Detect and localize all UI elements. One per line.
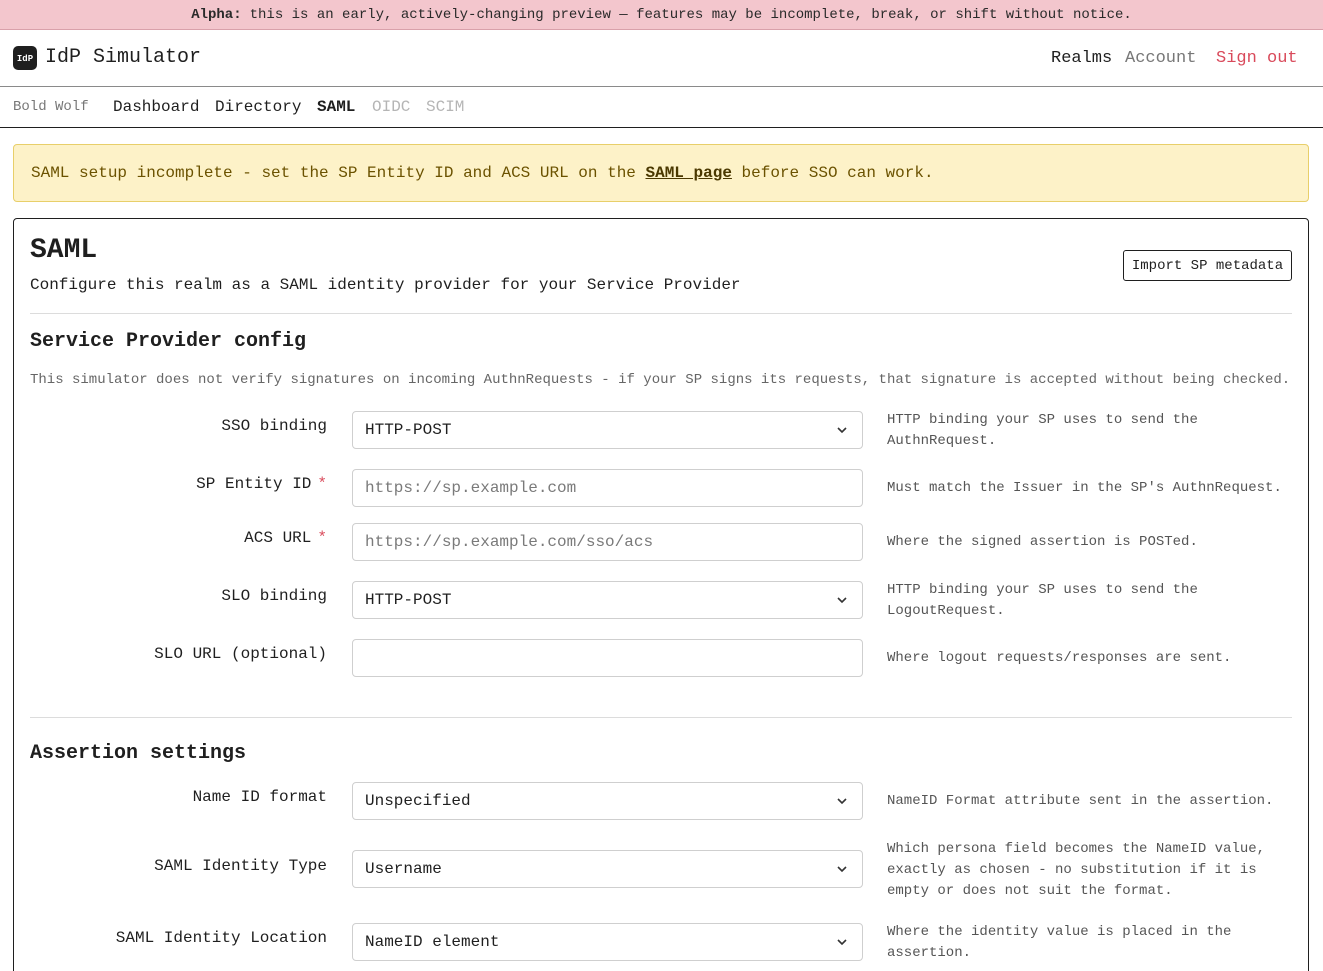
app-logo-icon[interactable]: IdP xyxy=(13,46,37,70)
app-title[interactable]: IdP Simulator xyxy=(45,46,201,69)
sp-entity-id-input[interactable]: https://sp.example.com xyxy=(352,469,863,507)
page-subtitle: Configure this realm as a SAML identity … xyxy=(30,276,741,294)
tab-directory[interactable]: Directory xyxy=(215,98,301,116)
saml-page-link[interactable]: SAML page xyxy=(646,164,732,182)
sp-entity-id-help: Must match the Issuer in the SP's AuthnR… xyxy=(887,480,1282,496)
sso-binding-value: HTTP-POST xyxy=(365,421,452,439)
name-id-format-label: Name ID format xyxy=(192,788,327,806)
identity-location-help: Where the identity value is placed in th… xyxy=(887,924,1232,961)
slo-url-help: Where logout requests/responses are sent… xyxy=(887,650,1232,666)
acs-url-label: ACS URL * xyxy=(244,529,327,547)
nav-account-link[interactable]: Account xyxy=(1125,49,1196,68)
name-id-format-value: Unspecified xyxy=(365,792,471,810)
identity-location-label: SAML Identity Location xyxy=(115,929,327,947)
slo-binding-help: HTTP binding your SP uses to send the Lo… xyxy=(887,582,1198,619)
import-sp-metadata-button[interactable]: Import SP metadata xyxy=(1123,250,1292,281)
sso-binding-help: HTTP binding your SP uses to send the Au… xyxy=(887,412,1198,449)
alpha-banner-text: this is an early, actively-changing prev… xyxy=(249,6,1132,23)
acs-url-placeholder: https://sp.example.com/sso/acs xyxy=(365,533,654,551)
sign-out-link[interactable]: Sign out xyxy=(1216,49,1298,68)
warning-text-after: before SSO can work. xyxy=(731,164,934,182)
tab-scim: SCIM xyxy=(426,98,465,116)
divider xyxy=(30,717,1292,718)
sp-entity-id-placeholder: https://sp.example.com xyxy=(365,479,577,497)
page-title: SAML xyxy=(30,235,98,266)
saml-panel: SAML Configure this realm as a SAML iden… xyxy=(13,218,1309,971)
acs-url-input[interactable]: https://sp.example.com/sso/acs xyxy=(352,523,863,561)
slo-url-input[interactable] xyxy=(352,639,863,677)
signature-note: This simulator does not verify signature… xyxy=(30,372,1291,388)
realm-subnav: Bold Wolf Dashboard Directory SAML OIDC … xyxy=(0,87,1323,128)
tab-oidc: OIDC xyxy=(372,98,411,116)
chevron-down-icon xyxy=(837,798,847,805)
name-id-format-select[interactable]: Unspecified xyxy=(352,782,863,820)
chevron-down-icon xyxy=(837,939,847,946)
identity-type-help: Which persona field becomes the NameID v… xyxy=(887,841,1266,899)
top-bar: IdP IdP Simulator Realms Account Sign ou… xyxy=(0,30,1323,87)
sp-entity-id-label-text: SP Entity ID xyxy=(196,475,312,493)
identity-type-value: Username xyxy=(365,860,442,878)
tab-saml[interactable]: SAML xyxy=(317,98,355,116)
identity-location-select[interactable]: NameID element xyxy=(352,923,863,961)
identity-location-value: NameID element xyxy=(365,933,500,951)
setup-warning-alert: SAML setup incomplete - set the SP Entit… xyxy=(13,144,1309,202)
name-id-format-help: NameID Format attribute sent in the asse… xyxy=(887,793,1274,809)
warning-text-before: SAML setup incomplete - set the SP Entit… xyxy=(31,164,646,182)
required-marker: * xyxy=(317,529,327,547)
identity-type-label: SAML Identity Type xyxy=(154,857,327,875)
slo-url-label: SLO URL (optional) xyxy=(154,645,327,663)
chevron-down-icon xyxy=(837,427,847,434)
sp-entity-id-label: SP Entity ID * xyxy=(196,475,327,493)
sp-config-section-title: Service Provider config xyxy=(30,330,307,353)
identity-type-select[interactable]: Username xyxy=(352,850,863,888)
slo-binding-label: SLO binding xyxy=(221,587,327,605)
sso-binding-select[interactable]: HTTP-POST xyxy=(352,411,863,449)
nav-realms-link[interactable]: Realms xyxy=(1051,49,1112,68)
alpha-banner-label: Alpha: xyxy=(191,6,242,23)
chevron-down-icon xyxy=(837,866,847,873)
acs-url-label-text: ACS URL xyxy=(244,529,312,547)
divider xyxy=(30,313,1292,314)
alpha-banner: Alpha: this is an early, actively-changi… xyxy=(0,0,1323,30)
assertion-section-title: Assertion settings xyxy=(30,742,247,765)
acs-url-help: Where the signed assertion is POSTed. xyxy=(887,534,1198,550)
slo-binding-value: HTTP-POST xyxy=(365,591,452,609)
tab-dashboard[interactable]: Dashboard xyxy=(113,98,199,116)
slo-binding-select[interactable]: HTTP-POST xyxy=(352,581,863,619)
sso-binding-label: SSO binding xyxy=(221,417,327,435)
chevron-down-icon xyxy=(837,597,847,604)
required-marker: * xyxy=(317,475,327,493)
realm-name: Bold Wolf xyxy=(13,99,89,115)
